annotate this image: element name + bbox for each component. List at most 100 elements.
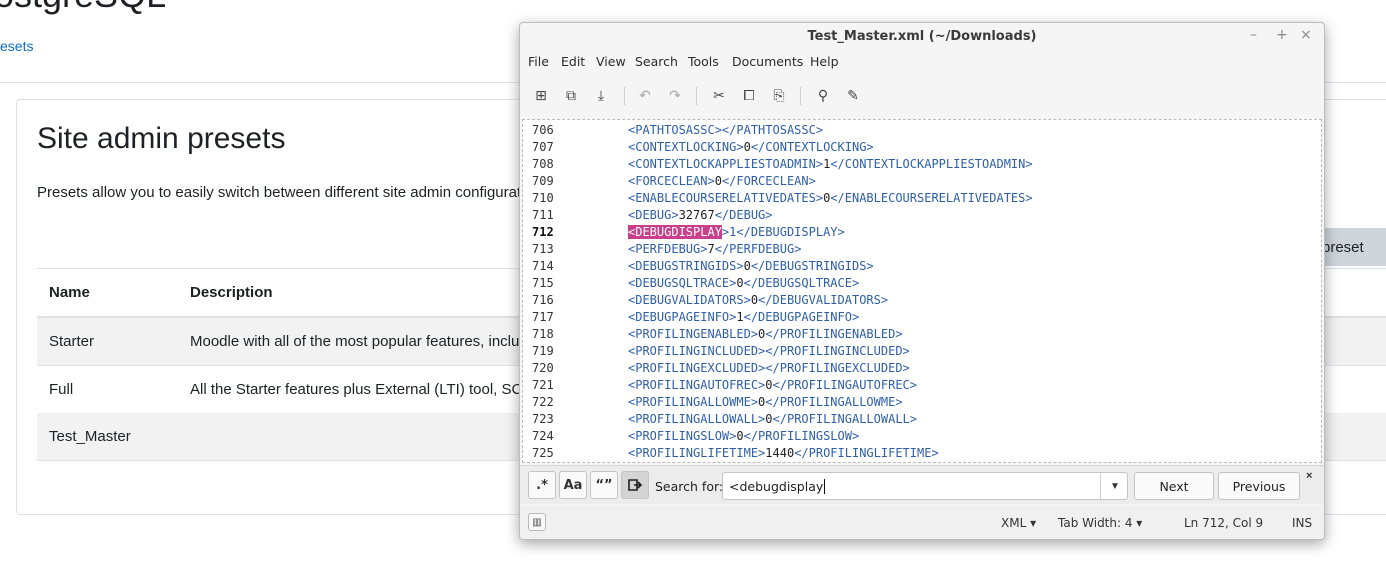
code-line[interactable]: 708 <CONTEXTLOCKAPPLIESTOADMIN>1</CONTEXT… [523, 156, 1321, 173]
open-tag: <CONTEXTLOCKING> [628, 140, 744, 154]
menu-view[interactable]: View [596, 54, 626, 69]
menu-search[interactable]: Search [635, 54, 678, 69]
match-case-toggle[interactable]: Aa [559, 471, 587, 499]
open-tag: <PROFILINGAUTOFREC> [628, 378, 766, 392]
breadcrumb-link[interactable]: esets [0, 38, 33, 54]
close-tag: </PROFILINGENABLED> [765, 327, 903, 341]
code-line[interactable]: 720 <PROFILINGEXCLUDED></PROFILINGEXCLUDE… [523, 360, 1321, 377]
tag-value: 0 [736, 429, 744, 443]
tag-value: 0 [714, 174, 722, 188]
code-text: <DEBUGSTRINGIDS>0</DEBUGSTRINGIDS> [628, 259, 874, 273]
tag-value: 0 [736, 276, 744, 290]
close-tag: </PROFILINGALLOWME> [765, 395, 903, 409]
code-line[interactable]: 710 <ENABLECOURSERELATIVEDATES>0</ENABLEC… [523, 190, 1321, 207]
close-tag: </PROFILINGLIFETIME> [794, 446, 939, 460]
tag-value: 0 [750, 293, 759, 307]
close-tag: </PROFILINGEXCLUDED> [765, 361, 910, 375]
line-number: 714 [532, 259, 554, 273]
menu-file[interactable]: File [528, 54, 549, 69]
next-button[interactable]: Next [1134, 472, 1214, 500]
close-tag: </CONTEXTLOCKAPPLIESTOADMIN> [830, 157, 1033, 171]
line-number: 711 [532, 208, 554, 222]
open-tag: <DEBUG> [628, 208, 679, 222]
wrap-around-icon[interactable] [621, 471, 649, 499]
tag-value: 1 [736, 310, 744, 324]
code-text: <DEBUGSQLTRACE>0</DEBUGSQLTRACE> [628, 276, 859, 290]
open-tag: <PROFILINGENABLED> [628, 327, 759, 341]
search-match-highlight: <DEBUGDISPLAY [628, 225, 722, 239]
menu-edit[interactable]: Edit [561, 54, 585, 69]
regex-toggle[interactable]: .* [528, 471, 556, 499]
toolbar: ⊞ ⧉ ⤓ ↶ ↷ ✂ ⧠ ⎘ ⚲ ✎ [520, 81, 1324, 111]
code-text: <PROFILINGEXCLUDED></PROFILINGEXCLUDED> [628, 361, 910, 375]
whole-word-toggle[interactable]: “” [590, 471, 618, 499]
close-tag: </PROFILINGALLOWALL> [772, 412, 918, 426]
close-search-icon[interactable]: × [1306, 470, 1312, 482]
code-line[interactable]: 725 <PROFILINGLIFETIME>1440</PROFILINGLIF… [523, 445, 1321, 462]
code-editor[interactable]: 706 <PATHTOSASSC></PATHTOSASSC> 707 <CONTEX… [522, 119, 1322, 463]
menu-tools[interactable]: Tools [688, 54, 719, 69]
code-line[interactable]: 716 <DEBUGVALIDATORS>0</DEBUGVALIDATORS> [523, 292, 1321, 309]
maximize-button[interactable]: + [1276, 27, 1288, 43]
code-text: <DEBUG>32767</DEBUG> [628, 208, 773, 222]
undo-icon[interactable]: ↶ [634, 85, 656, 107]
code-line[interactable]: 709 <FORCECLEAN>0</FORCECLEAN> [523, 173, 1321, 190]
close-tag: </PATHTOSASSC> [721, 123, 824, 137]
close-tag: </DEBUGDISPLAY> [736, 225, 845, 239]
open-document-icon[interactable]: ⧉ [560, 85, 582, 107]
code-line[interactable]: 721 <PROFILINGAUTOFREC>0</PROFILINGAUTOFR… [523, 377, 1321, 394]
close-tag: </DEBUGPAGEINFO> [743, 310, 860, 324]
cut-icon[interactable]: ✂ [708, 85, 730, 107]
open-tag: <DEBUGVALIDATORS> [628, 293, 751, 307]
save-icon[interactable]: ⤓ [590, 85, 612, 107]
code-text: <PROFILINGALLOWALL>0</PROFILINGALLOWALL> [628, 412, 917, 426]
line-number: 723 [532, 412, 554, 426]
line-number: 712 [532, 225, 554, 239]
menu-documents[interactable]: Documents [732, 54, 803, 69]
card-title: Site admin presets [37, 122, 286, 155]
replace-icon[interactable]: ✎ [842, 85, 864, 107]
line-number: 724 [532, 429, 554, 443]
search-input-value: <debugdisplay [729, 479, 824, 494]
line-number: 718 [532, 327, 554, 341]
code-line[interactable]: 714 <DEBUGSTRINGIDS>0</DEBUGSTRINGIDS> [523, 258, 1321, 275]
menu-bar: File Edit View Search Tools Documents He… [520, 51, 1324, 73]
tag-value: 0 [743, 140, 751, 154]
code-line[interactable]: 712 <DEBUGDISPLAY>1</DEBUGDISPLAY> [523, 224, 1321, 241]
code-line[interactable]: 719 <PROFILINGINCLUDED></PROFILINGINCLUDE… [523, 343, 1321, 360]
line-number: 709 [532, 174, 554, 188]
code-line[interactable]: 718 <PROFILINGENABLED>0</PROFILINGENABLED… [523, 326, 1321, 343]
code-line[interactable]: 713 <PERFDEBUG>7</PERFDEBUG> [523, 241, 1321, 258]
code-line[interactable]: 717 <DEBUGPAGEINFO>1</DEBUGPAGEINFO> [523, 309, 1321, 326]
title-bar[interactable]: Test_Master.xml (~/Downloads) – + × [520, 23, 1324, 49]
code-text: <PROFILINGAUTOFREC>0</PROFILINGAUTOFREC> [628, 378, 917, 392]
search-label: Search for: [655, 479, 724, 494]
code-line[interactable]: 711 <DEBUG>32767</DEBUG> [523, 207, 1321, 224]
previous-button[interactable]: Previous [1218, 472, 1300, 500]
minimize-button[interactable]: – [1250, 27, 1257, 43]
search-icon[interactable]: ⚲ [812, 85, 834, 107]
menu-help[interactable]: Help [810, 54, 839, 69]
copy-icon[interactable]: ⧠ [738, 85, 760, 107]
code-line[interactable]: 715 <DEBUGSQLTRACE>0</DEBUGSQLTRACE> [523, 275, 1321, 292]
close-window-button[interactable]: × [1300, 27, 1312, 43]
code-line[interactable]: 706 <PATHTOSASSC></PATHTOSASSC> [523, 122, 1321, 139]
search-input[interactable]: <debugdisplay [722, 472, 1128, 500]
line-number: 717 [532, 310, 554, 324]
code-line[interactable]: 722 <PROFILINGALLOWME>0</PROFILINGALLOWME… [523, 394, 1321, 411]
code-line[interactable]: 707 <CONTEXTLOCKING>0</CONTEXTLOCKING> [523, 139, 1321, 156]
search-history-dropdown[interactable]: ▼ [1100, 473, 1129, 499]
side-panel-toggle-icon[interactable]: ▥ [528, 513, 546, 531]
paste-icon[interactable]: ⎘ [768, 85, 790, 107]
tab-width-selector[interactable]: Tab Width: 4 ▾ [1058, 516, 1142, 530]
insert-mode: INS [1292, 516, 1313, 530]
language-selector[interactable]: XML ▾ [1001, 516, 1036, 530]
row-description: Moodle with all of the most popular feat… [190, 333, 520, 350]
code-line[interactable]: 724 <PROFILINGSLOW>0</PROFILINGSLOW> [523, 428, 1321, 445]
code-line[interactable]: 723 <PROFILINGALLOWALL>0</PROFILINGALLOWA… [523, 411, 1321, 428]
open-tag: <ENABLECOURSERELATIVEDATES> [628, 191, 824, 205]
new-document-icon[interactable]: ⊞ [530, 85, 552, 107]
close-tag: </PERFDEBUG> [714, 242, 802, 256]
status-bar: ▥ XML ▾ Tab Width: 4 ▾ Ln 712, Col 9 INS [520, 505, 1324, 539]
redo-icon[interactable]: ↷ [664, 85, 686, 107]
